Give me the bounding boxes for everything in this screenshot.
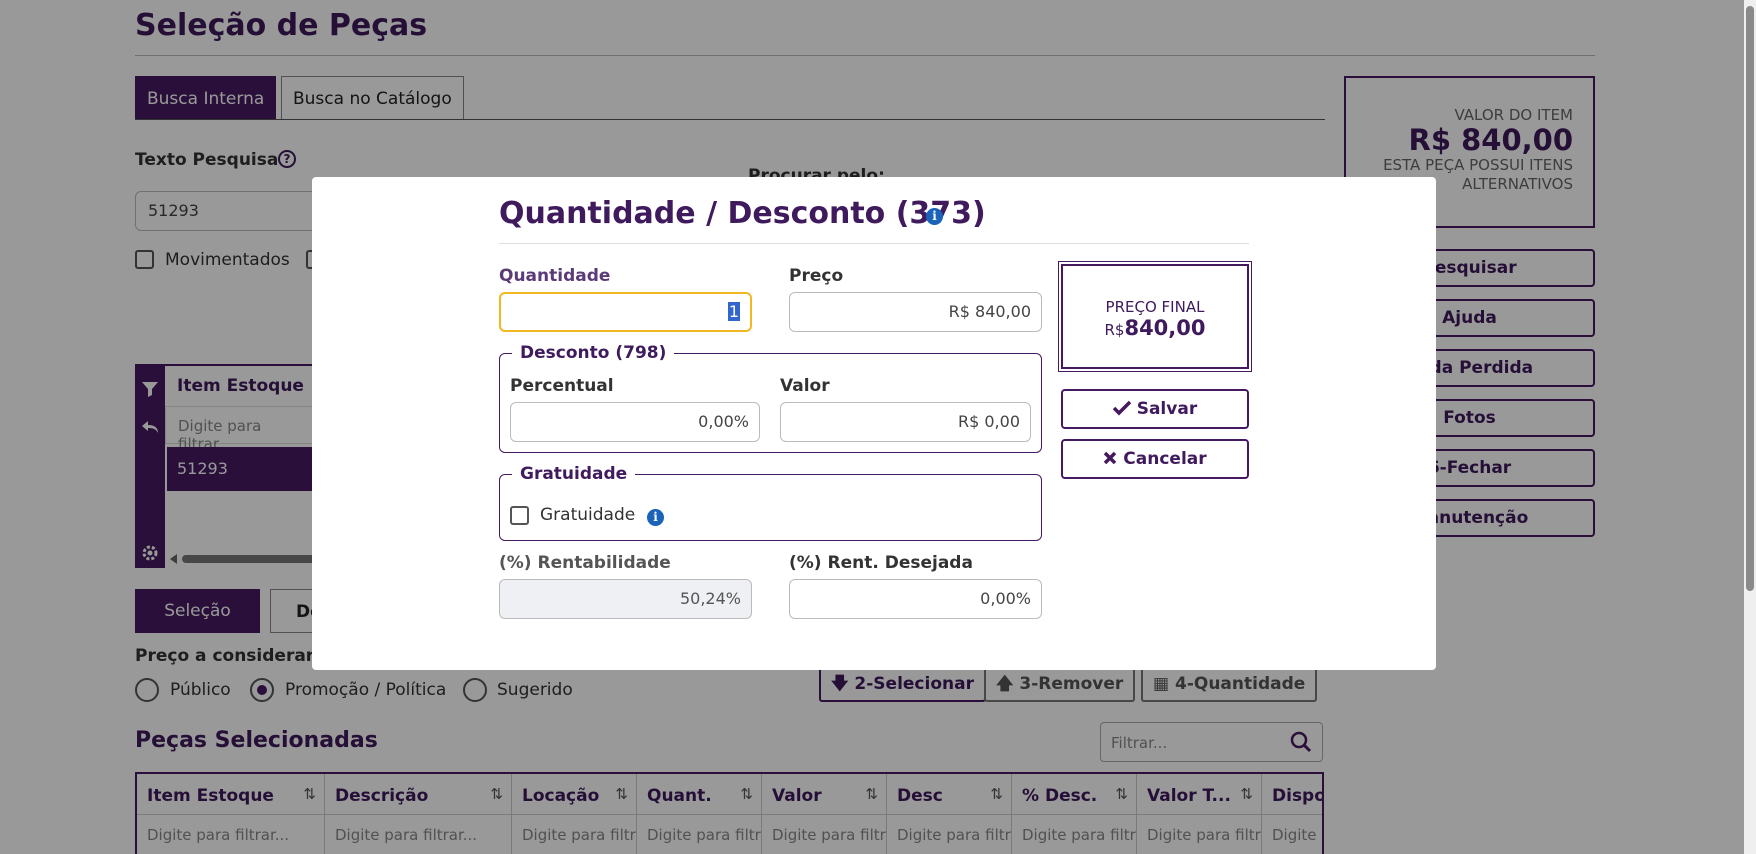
desconto-legend: Desconto (798) [512,343,675,363]
save-button[interactable]: Salvar [1061,389,1249,429]
page-vscrollbar[interactable] [1744,0,1756,854]
close-icon [1104,451,1117,465]
final-price-label: PREÇO FINAL [1105,298,1205,316]
gratuidade-checkbox[interactable] [510,506,529,525]
modal-title: Quantidade / Desconto (373) [499,196,986,231]
info-icon[interactable]: i [926,208,943,225]
valor-label: Valor [780,376,830,396]
rentabilidade-input: 50,24% [499,579,752,619]
percentual-input[interactable]: 0,00% [510,402,760,442]
rent-desejada-input[interactable]: 0,00% [789,579,1042,619]
rent-desejada-label: (%) Rent. Desejada [789,553,973,573]
preco-label: Preço [789,266,844,286]
valor-input[interactable]: R$ 0,00 [780,402,1031,442]
gratuidade-legend: Gratuidade [512,464,636,484]
scroll-thumb[interactable] [1746,6,1754,591]
quantidade-input[interactable]: 1 [499,292,752,332]
final-price-value: R$840,00 [1104,316,1206,340]
rentabilidade-label: (%) Rentabilidade [499,553,671,573]
modal-title-divider [499,243,1249,244]
cancel-button[interactable]: Cancelar [1061,439,1249,479]
preco-input[interactable]: R$ 840,00 [789,292,1042,332]
percentual-label: Percentual [510,376,614,396]
quantidade-label: Quantidade [499,266,611,286]
final-price-box: PREÇO FINAL R$840,00 [1058,261,1252,372]
gratuidade-label: Gratuidade [540,505,636,525]
gratuidade-info-icon[interactable]: i [647,509,664,526]
check-icon [1112,400,1132,416]
